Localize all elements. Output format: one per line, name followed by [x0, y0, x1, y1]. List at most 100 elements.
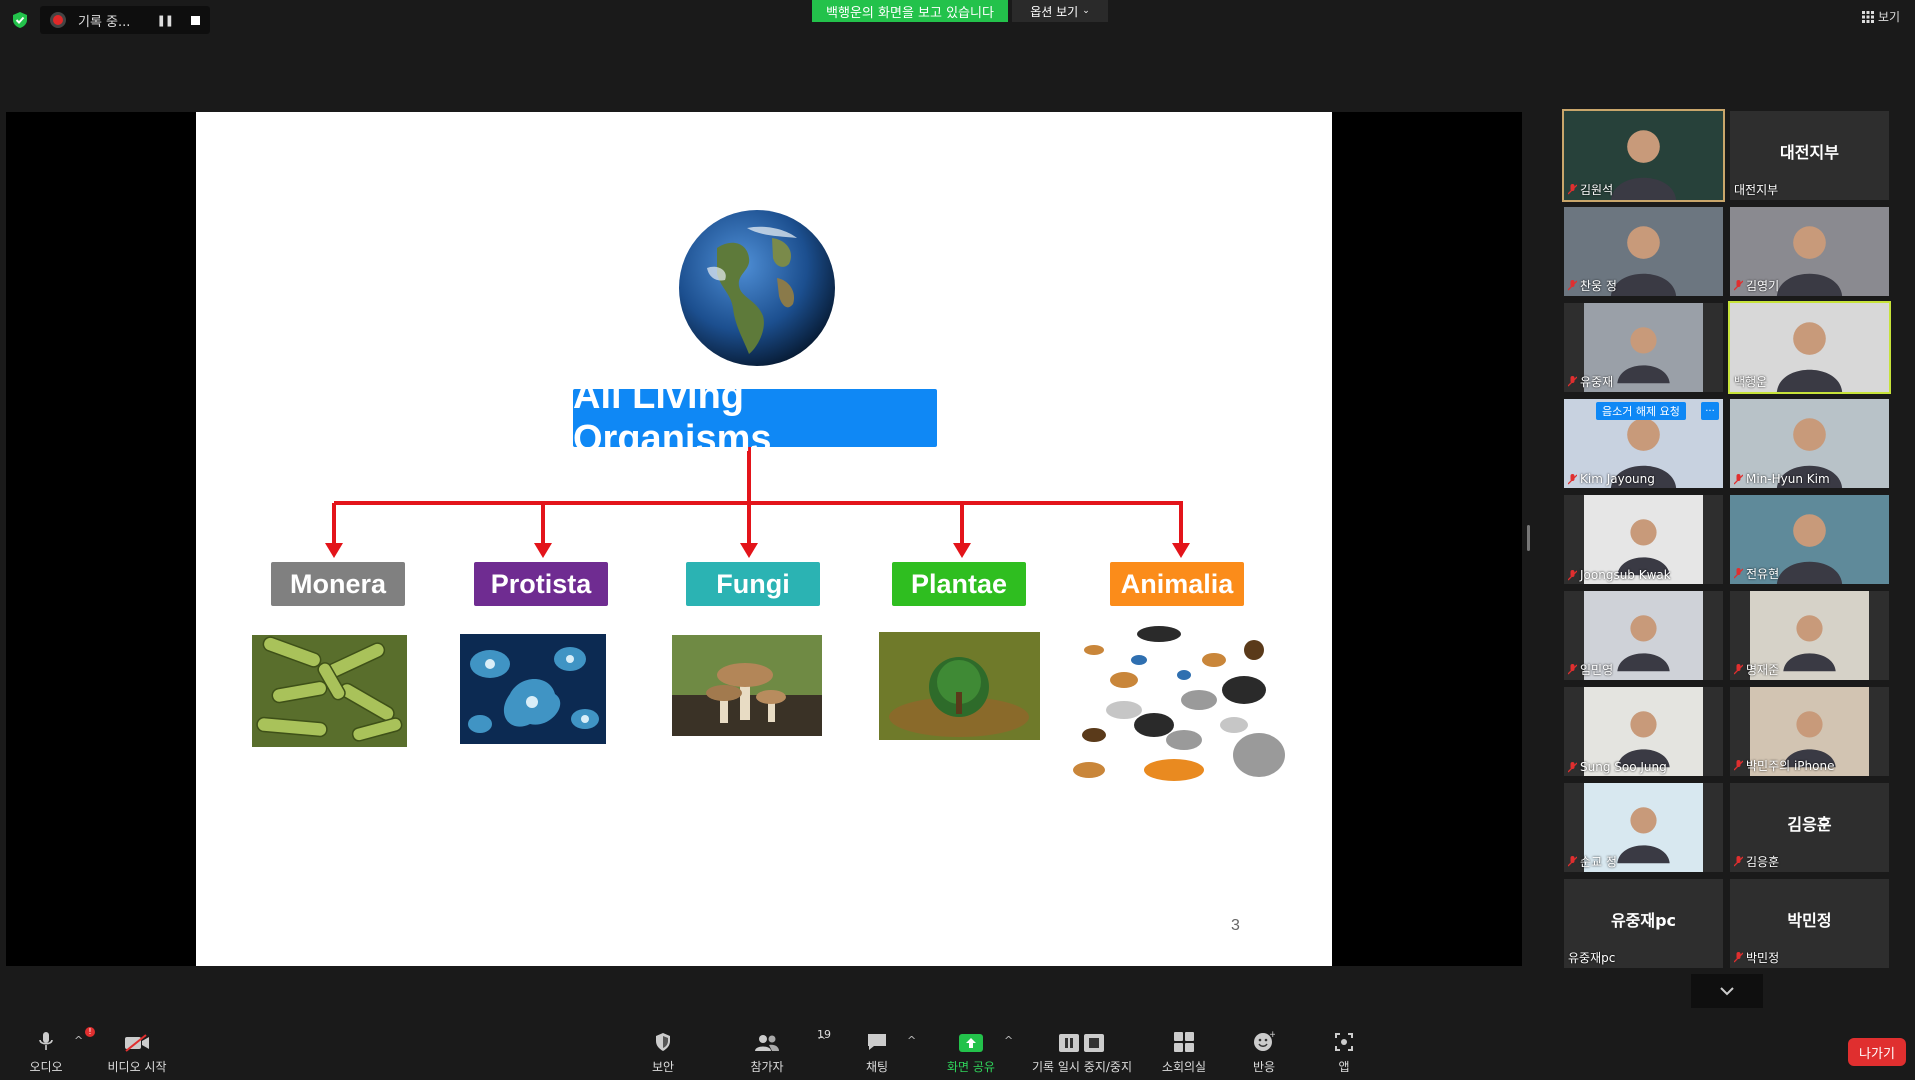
reaction-smiley-icon: + [1254, 1030, 1275, 1051]
participant-name-text: 순교 정 [1580, 855, 1617, 869]
security-button[interactable]: 보안 [618, 1030, 708, 1075]
participant-tile[interactable]: Joongsub Kwak [1564, 495, 1723, 584]
apps-button[interactable]: 앱 [1299, 1030, 1389, 1075]
participant-tile[interactable]: 김영기 [1730, 207, 1889, 296]
participant-name-label: Joongsub Kwak [1568, 568, 1671, 582]
participant-name-text: 김영기 [1746, 279, 1780, 293]
apps-icon [1335, 1033, 1353, 1051]
participant-name-label: 명재준 [1734, 661, 1779, 678]
muted-mic-icon [1734, 473, 1743, 484]
chevron-down-icon [1720, 987, 1734, 996]
muted-mic-icon [1734, 664, 1743, 675]
participant-display-name: 대전지부 [1780, 143, 1839, 162]
pause-stop-recording-label: 기록 일시 중지/중지 [1032, 1060, 1132, 1074]
participant-name-text: Kim Jayoung [1580, 472, 1655, 486]
view-button[interactable]: 보기 [1862, 8, 1900, 25]
participant-name-label: 대전지부 [1734, 181, 1778, 198]
slide-page-number: 3 [1231, 917, 1240, 934]
participant-name-label: Kim Jayoung [1568, 472, 1655, 486]
participant-tile[interactable]: 순교 정 [1564, 783, 1723, 872]
participant-tile[interactable]: 김원석 [1562, 109, 1725, 202]
start-video-button[interactable]: 비디오 시작 [92, 1030, 182, 1075]
participant-tile[interactable]: 박민정 박민정 [1730, 879, 1889, 968]
participant-display-name: 김응훈 [1787, 815, 1832, 834]
audio-options-caret-icon[interactable]: ^ [74, 1034, 83, 1047]
muted-mic-icon [1568, 664, 1577, 675]
pause-recording-icon[interactable]: ❚❚ [157, 14, 174, 27]
category-animalia: Animalia [1110, 562, 1244, 606]
plant-globe-image [879, 632, 1040, 740]
bacteria-image [252, 635, 407, 747]
reactions-label: 반응 [1252, 1060, 1276, 1074]
participant-tile[interactable]: 명재준 [1730, 591, 1889, 680]
participant-name-label: 박민주의 iPhone [1734, 757, 1834, 774]
participant-name-label: 유중재pc [1568, 949, 1615, 966]
muted-mic-icon [1734, 280, 1743, 291]
participant-name-text: 전유현 [1746, 567, 1780, 581]
share-screen-button[interactable]: 화면 공유 [926, 1030, 1016, 1075]
mushroom-image [672, 635, 822, 736]
muted-mic-icon [1734, 952, 1743, 963]
participant-name-label: 김원석 [1568, 181, 1613, 198]
participant-display-name: 박민정 [1787, 911, 1832, 930]
participant-name-label: 유중재 [1568, 373, 1613, 390]
participant-tile[interactable]: 김응훈 김응훈 [1730, 783, 1889, 872]
participant-tile[interactable]: 찬웅 정 [1564, 207, 1723, 296]
participant-tile[interactable]: 대전지부 대전지부 [1730, 111, 1889, 200]
breakout-rooms-button[interactable]: 소회의실 [1139, 1030, 1229, 1075]
grid-icon [1862, 10, 1874, 23]
leave-meeting-button[interactable]: 나가기 [1848, 1038, 1906, 1066]
start-video-label: 비디오 시작 [107, 1060, 167, 1074]
chevron-down-icon: ⌄ [1082, 6, 1090, 16]
more-options-button[interactable]: ··· [1701, 402, 1719, 420]
gallery-next-page-button[interactable] [1691, 974, 1763, 1008]
participant-name-text: 찬웅 정 [1580, 279, 1617, 293]
unmute-request-badge[interactable]: 음소거 해제 요청 [1596, 402, 1686, 420]
audio-label: 오디오 [29, 1060, 63, 1074]
security-shield-icon[interactable] [10, 10, 30, 30]
participant-name-text: 김응훈 [1746, 855, 1780, 869]
participant-tile[interactable]: 백행운 [1728, 301, 1891, 394]
pause-stop-recording-button[interactable]: 기록 일시 중지/중지 [1032, 1030, 1132, 1075]
muted-mic-icon [1568, 856, 1577, 867]
chat-options-caret-icon[interactable]: ^ [907, 1034, 916, 1047]
breakout-rooms-icon [1174, 1032, 1194, 1052]
share-screen-icon [959, 1034, 983, 1052]
reactions-button[interactable]: + 반응 [1219, 1030, 1309, 1075]
presentation-slide: All Living Organisms Monera Protista Fun… [196, 112, 1332, 966]
shield-icon [656, 1033, 670, 1051]
panel-resize-handle[interactable] [1527, 525, 1530, 551]
participant-tile[interactable]: 임민영 [1564, 591, 1723, 680]
participant-tile[interactable]: 전유현 [1730, 495, 1889, 584]
participant-name-text: 명재준 [1746, 663, 1780, 677]
participant-name-text: 유중재pc [1568, 951, 1616, 965]
participant-tile[interactable]: Kim Jayoung 음소거 해제 요청 ··· [1564, 399, 1723, 488]
share-screen-label: 화면 공유 [947, 1060, 995, 1074]
participant-name-label: 찬웅 정 [1568, 277, 1617, 294]
participant-name-label: 박민정 [1734, 949, 1779, 966]
participant-tile[interactable]: 유중재 [1564, 303, 1723, 392]
participants-options-caret-icon[interactable]: ^ [817, 1034, 826, 1047]
participant-tile[interactable]: 유중재pc 유중재pc [1564, 879, 1723, 968]
chat-label: 채팅 [865, 1060, 889, 1074]
muted-mic-icon [1734, 856, 1743, 867]
view-options-button[interactable]: 옵션 보기 ⌄ [1012, 0, 1108, 22]
participant-name-label: 임민영 [1568, 661, 1613, 678]
participant-tile[interactable]: 박민주의 iPhone [1730, 687, 1889, 776]
slide-title: All Living Organisms [573, 375, 937, 460]
muted-mic-icon [1568, 376, 1577, 387]
participant-name-text: Joongsub Kwak [1580, 568, 1671, 582]
participant-tile[interactable]: Min-Hyun Kim [1730, 399, 1889, 488]
participants-icon [755, 1035, 779, 1051]
muted-mic-icon [1734, 760, 1743, 771]
participants-label: 참가자 [750, 1060, 784, 1074]
participant-name-text: 임민영 [1580, 663, 1614, 677]
participant-name-label: 백행운 [1734, 373, 1767, 390]
recording-dot-icon [50, 12, 66, 28]
participants-button[interactable]: 19 참가자 [722, 1028, 831, 1075]
view-options-label: 옵션 보기 [1030, 4, 1079, 19]
category-protista: Protista [474, 562, 608, 606]
share-options-caret-icon[interactable]: ^ [1004, 1034, 1013, 1047]
participant-tile[interactable]: Sung Soo Jung [1564, 687, 1723, 776]
stop-recording-icon[interactable] [191, 15, 200, 25]
